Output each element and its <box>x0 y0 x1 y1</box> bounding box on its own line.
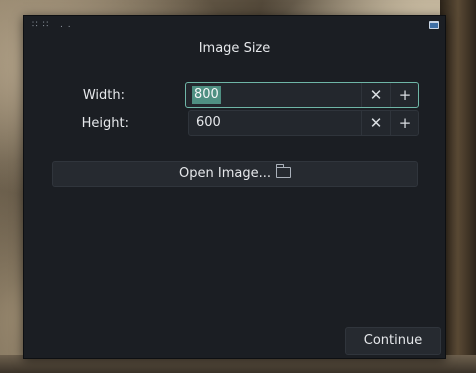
open-image-label: Open Image... <box>179 166 271 181</box>
height-label: Height: <box>81 116 129 131</box>
drag-grip-icon[interactable]: ∷ ∷ <box>32 19 49 31</box>
height-increment-button[interactable]: + <box>390 111 419 135</box>
drag-grip-icon[interactable]: . . <box>60 19 72 31</box>
width-input[interactable]: 800 <box>192 86 221 104</box>
height-input[interactable]: 600 <box>196 114 221 132</box>
width-spinbox[interactable]: 800 ✕ + <box>185 82 419 108</box>
dialog-title: Image Size <box>198 41 271 56</box>
window-titlebar[interactable]: ∷ ∷ . . <box>24 16 445 36</box>
height-decrement-button[interactable]: ✕ <box>361 111 390 135</box>
folder-icon <box>275 164 291 178</box>
open-image-button[interactable]: Open Image... <box>52 161 418 187</box>
continue-button[interactable]: Continue <box>345 327 441 355</box>
height-spinbox[interactable]: 600 ✕ + <box>188 110 419 136</box>
maximize-icon[interactable] <box>429 21 439 29</box>
image-size-dialog: ∷ ∷ . . Image Size Width: 800 ✕ + Height… <box>23 15 446 359</box>
width-label: Width: <box>82 88 125 103</box>
width-decrement-button[interactable]: ✕ <box>361 83 390 107</box>
width-increment-button[interactable]: + <box>390 83 419 107</box>
